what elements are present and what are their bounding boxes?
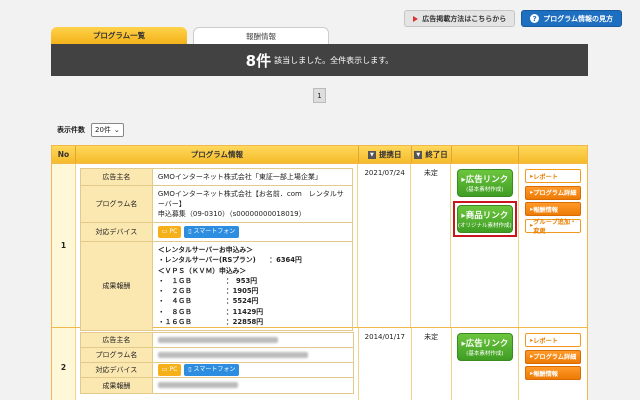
program-detail-button[interactable]: ▸ プログラム詳細 — [525, 349, 582, 364]
program-name-row: プログラム名 GMOインターネット株式会社【お名前．com レンタルサーバー】 … — [80, 186, 353, 223]
program-info-cell: 広告主名 プログラム名 対応デバイス ▭ PC ▯ スマートフォン 成果報酬 — [76, 328, 359, 400]
sort-icon: ▼ — [367, 150, 376, 159]
reward-row: 成果報酬 ＜レンタルサーバーお申込み＞ ・レンタルサーバー(RSプラン) ：63… — [80, 242, 353, 331]
header-links — [452, 146, 520, 163]
program-info-cell: 広告主名 GMOインターネット株式会社「東証一部上場企業」 プログラム名 GMO… — [76, 164, 359, 332]
reward-info-button[interactable]: ▸ 報酬情報 — [525, 366, 582, 380]
program-info-table: 広告主名 GMOインターネット株式会社「東証一部上場企業」 プログラム名 GMO… — [79, 168, 354, 332]
header-actions — [519, 146, 587, 163]
program-name-row: プログラム名 — [80, 348, 353, 363]
advertiser-row: 広告主名 GMOインターネット株式会社「東証一部上場企業」 — [80, 169, 353, 186]
end-date: 未定 — [412, 328, 452, 400]
pc-tag: ▭ PC — [157, 226, 182, 238]
devices-label: 対応デバイス — [80, 223, 153, 241]
display-count-select[interactable]: 20件 ⌄ — [91, 123, 124, 137]
report-button[interactable]: ▸ レポート — [525, 333, 582, 347]
sort-icon: ▼ — [414, 150, 423, 159]
highlight-box: ▸商品リンク (オリジナル素材作成) — [452, 201, 517, 237]
question-icon: ? — [530, 14, 540, 23]
ad-link-button[interactable]: ▸広告リンク (基本素材作成) — [456, 333, 513, 361]
reward-label: 成果報酬 — [80, 378, 153, 393]
reward-value-blurred — [153, 378, 353, 393]
program-detail-button[interactable]: ▸ プログラム詳細 — [525, 185, 582, 200]
result-banner: 8件 該当しました。全件表示します。 — [51, 44, 588, 76]
start-date: 2021/07/24 — [358, 164, 412, 327]
advertiser-row: 広告主名 — [80, 333, 353, 348]
row-number: 2 — [52, 328, 76, 400]
row-number: 1 — [52, 164, 76, 327]
program-name-label: プログラム名 — [80, 348, 153, 362]
link-buttons: ▸広告リンク (基本素材作成) ▸商品リンク (オリジナル素材作成) — [451, 164, 520, 327]
table-row: 1 広告主名 GMOインターネット株式会社「東証一部上場企業」 プログラム名 G… — [52, 163, 587, 332]
devices-row: 対応デバイス ▭ PC ▯ スマートフォン — [80, 363, 353, 378]
action-buttons: ▸ レポート ▸ プログラム詳細 ▸ 報酬情報 — [519, 328, 587, 400]
header-program-info: プログラム情報 — [76, 146, 359, 163]
ad-method-button[interactable]: 広告掲載方法はこちらから — [404, 10, 516, 27]
group-add-button[interactable]: ▸ グループ追加・変更 — [525, 218, 582, 235]
smartphone-tag: ▯ スマートフォン — [184, 226, 240, 238]
top-buttons: 広告掲載方法はこちらから ? プログラム情報の見方 — [404, 10, 622, 27]
end-date: 未定 — [411, 164, 452, 327]
reward-value: ＜レンタルサーバーお申込み＞ ・レンタルサーバー(RSプラン) ：6364円 ＜… — [157, 246, 302, 327]
page-number[interactable]: 1 — [313, 88, 326, 103]
program-info-guide-button[interactable]: ? プログラム情報の見方 — [521, 10, 622, 27]
header-start-date[interactable]: ▼ 提携日 — [359, 146, 412, 163]
pc-tag: ▭ PC — [157, 364, 182, 376]
tab-reward-info[interactable]: 報酬情報 — [193, 27, 329, 44]
link-buttons: ▸広告リンク (基本素材作成) — [452, 328, 520, 400]
display-count: 表示件数 20件 ⌄ — [57, 123, 124, 137]
action-buttons: ▸ レポート ▸ プログラム詳細 ▸ 報酬情報 ▸ グループ追加・変更 — [519, 164, 587, 327]
program-table: No プログラム情報 ▼ 提携日 ▼ 終了日 1 広告主名 GMOインターネット… — [51, 145, 588, 400]
device-tags: ▭ PC ▯ スマートフォン — [153, 223, 353, 241]
start-date: 2014/01/17 — [359, 328, 412, 400]
program-info-table: 広告主名 プログラム名 対応デバイス ▭ PC ▯ スマートフォン 成果報酬 — [79, 332, 354, 394]
play-icon — [413, 15, 419, 22]
table-row: 2 広告主名 プログラム名 対応デバイス ▭ PC ▯ スマートフォン 成果報酬… — [52, 327, 587, 400]
program-name-value: GMOインターネット株式会社【お名前．com レンタルサーバー】 申込募集（09… — [157, 190, 344, 218]
chevron-down-icon: ⌄ — [113, 126, 120, 134]
header-end-date[interactable]: ▼ 終了日 — [412, 146, 452, 163]
reward-row: 成果報酬 — [80, 378, 353, 393]
advertiser-label: 広告主名 — [80, 333, 153, 347]
ad-link-button[interactable]: ▸広告リンク (基本素材作成) — [456, 169, 513, 197]
advertiser-label: 広告主名 — [80, 169, 153, 185]
devices-label: 対応デバイス — [80, 363, 153, 377]
tab-bar: プログラム一覧 報酬情報 — [51, 27, 329, 44]
devices-row: 対応デバイス ▭ PC ▯ スマートフォン — [80, 223, 353, 242]
smartphone-tag: ▯ スマートフォン — [184, 364, 240, 376]
advertiser-value: GMOインターネット株式会社「東証一部上場企業」 — [157, 173, 322, 181]
reward-label: 成果報酬 — [80, 242, 153, 331]
result-count: 8件 — [245, 51, 272, 70]
report-button[interactable]: ▸ レポート — [525, 169, 582, 183]
product-link-button[interactable]: ▸商品リンク (オリジナル素材作成) — [456, 205, 513, 233]
table-header: No プログラム情報 ▼ 提携日 ▼ 終了日 — [52, 146, 587, 163]
header-no: No — [52, 146, 76, 163]
program-name-value-blurred — [153, 348, 353, 362]
device-tags: ▭ PC ▯ スマートフォン — [153, 363, 353, 377]
program-name-label: プログラム名 — [80, 186, 153, 222]
result-message: 該当しました。全件表示します。 — [274, 55, 394, 65]
tab-program-list[interactable]: プログラム一覧 — [51, 27, 187, 44]
reward-info-button[interactable]: ▸ 報酬情報 — [525, 202, 582, 216]
advertiser-value-blurred — [153, 333, 353, 347]
display-count-label: 表示件数 — [57, 126, 85, 134]
